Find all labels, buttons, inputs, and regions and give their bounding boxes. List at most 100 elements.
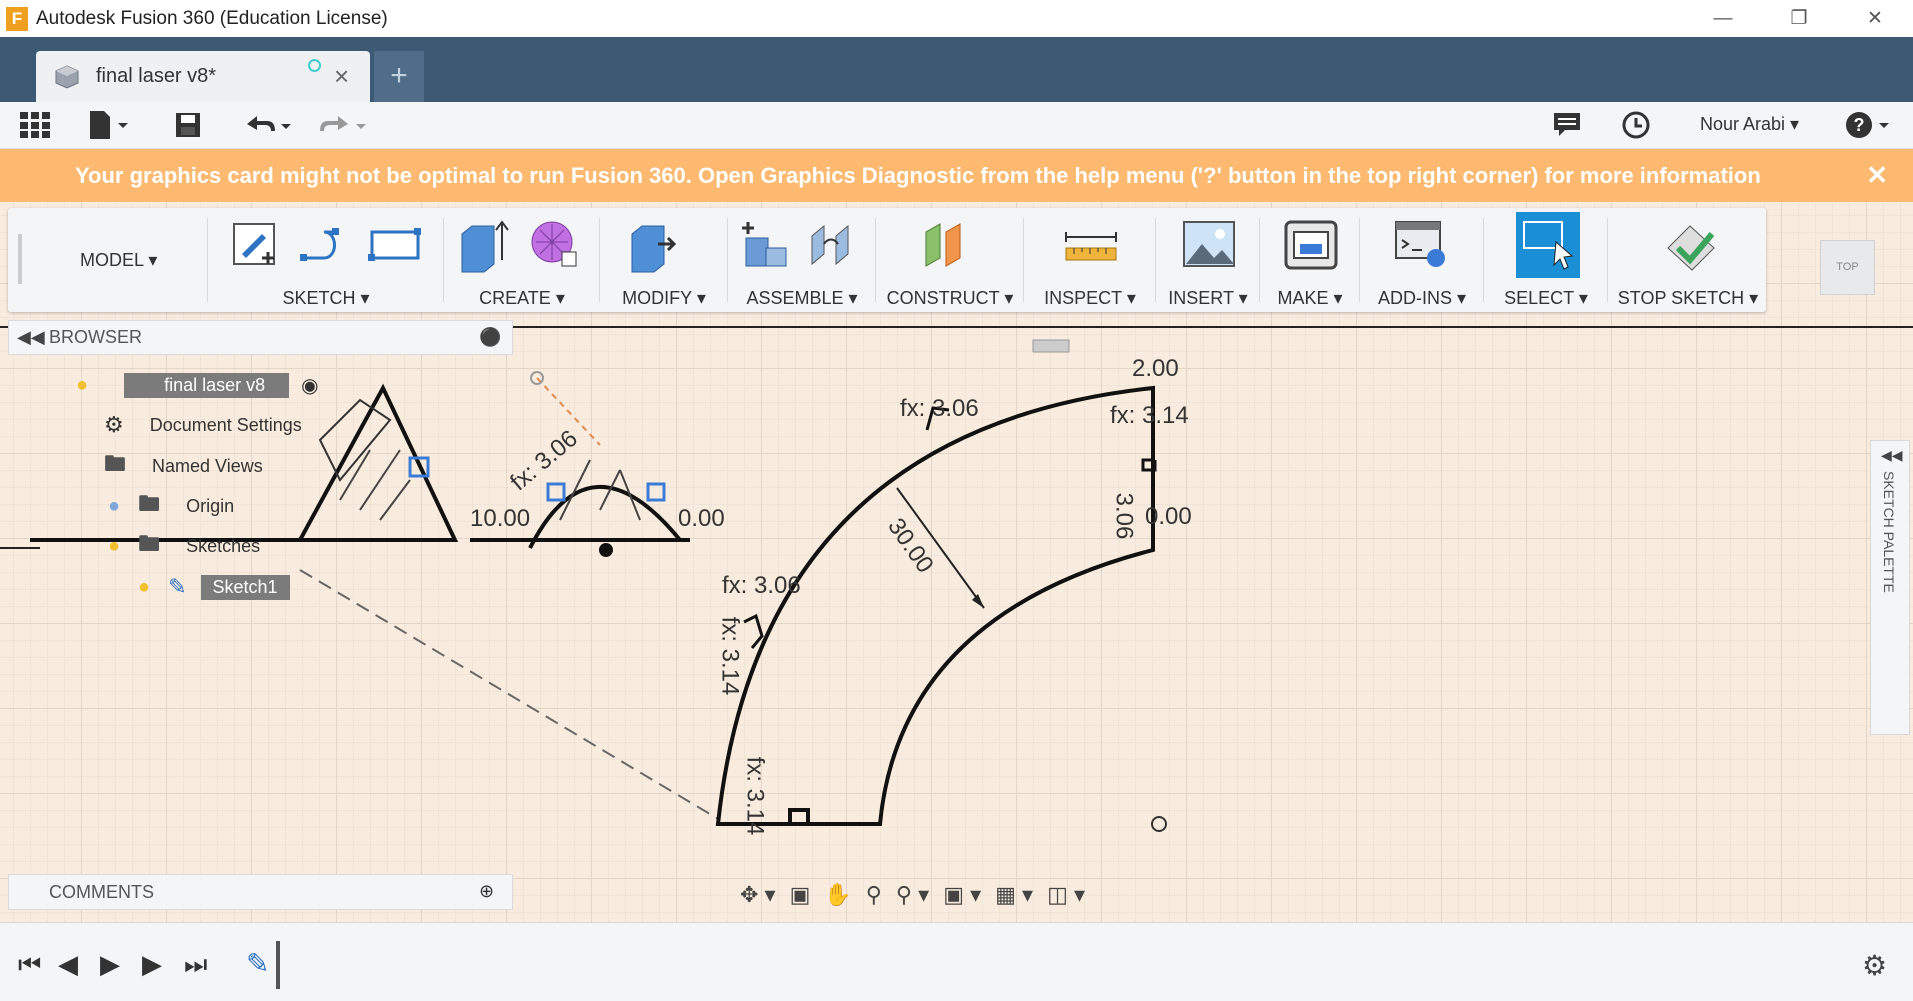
- dimension-label[interactable]: 0.00: [678, 505, 725, 533]
- workspace-switcher[interactable]: MODEL ▾: [8, 208, 208, 312]
- step-back-icon[interactable]: ◀: [58, 949, 78, 980]
- redo-icon[interactable]: [318, 110, 366, 140]
- undo-icon[interactable]: [243, 110, 291, 140]
- create-sketch-icon[interactable]: [228, 218, 282, 276]
- expand-panel-icon[interactable]: ⊕: [479, 881, 494, 902]
- dimension-label[interactable]: fx: 3.06: [722, 572, 801, 600]
- orbit-icon[interactable]: ✥ ▾: [740, 882, 776, 908]
- document-tab[interactable]: final laser v8* ×: [36, 51, 370, 102]
- 3d-print-icon[interactable]: [1284, 218, 1338, 276]
- tree-item-named-views[interactable]: 🖿 Named Views: [104, 451, 263, 481]
- activate-radio-icon[interactable]: ◉: [301, 373, 318, 398]
- create-menu-label: CREATE ▾: [479, 288, 565, 308]
- zoom-icon[interactable]: ⚲: [866, 882, 882, 908]
- make-group[interactable]: MAKE ▾: [1260, 208, 1360, 312]
- job-status-clock-icon[interactable]: [1622, 110, 1650, 140]
- stop-sketch-icon[interactable]: [1664, 218, 1718, 276]
- tree-item-sketches[interactable]: ● 🖿 Sketches: [108, 531, 260, 561]
- timeline-settings-gear-icon[interactable]: ⚙: [1862, 949, 1887, 982]
- dimension-label[interactable]: 0.00: [1145, 503, 1192, 531]
- timeline-sketch-icon[interactable]: ✎: [246, 947, 269, 980]
- look-at-icon[interactable]: ▣: [790, 882, 811, 908]
- title-bar: F Autodesk Fusion 360 (Education License…: [0, 0, 1913, 37]
- save-icon[interactable]: [175, 110, 201, 140]
- stop-sketch-group[interactable]: STOP SKETCH ▾: [1608, 208, 1768, 312]
- notifications-icon[interactable]: [1553, 110, 1581, 140]
- rectangle-tool-icon[interactable]: [368, 218, 422, 276]
- add-ins-menu-label: ADD-INS ▾: [1377, 288, 1467, 308]
- add-ins-group[interactable]: ADD-INS ▾: [1360, 208, 1484, 312]
- line-tool-icon[interactable]: [298, 218, 352, 276]
- dimension-label[interactable]: fx: 3.14: [715, 617, 743, 696]
- document-tab-bar: final laser v8* × +: [0, 37, 1913, 102]
- close-tab-icon[interactable]: ×: [334, 61, 349, 92]
- dimension-label[interactable]: fx: 3.14: [1110, 402, 1189, 430]
- press-pull-icon[interactable]: [628, 218, 682, 276]
- extrude-icon[interactable]: [458, 218, 512, 276]
- visibility-bulb-icon[interactable]: ●: [76, 374, 88, 397]
- comments-title: COMMENTS: [49, 881, 154, 902]
- joint-icon[interactable]: [806, 218, 860, 276]
- graphics-warning-banner: Your graphics card might not be optimal …: [0, 149, 1913, 202]
- tree-root-row[interactable]: ● final laser v8 ◉: [76, 370, 319, 400]
- dimension-label[interactable]: 10.00: [470, 505, 530, 533]
- user-account-menu[interactable]: Nour Arabi ▾: [1700, 114, 1799, 135]
- measure-icon[interactable]: [1064, 218, 1118, 276]
- fit-zoom-icon[interactable]: ⚲ ▾: [896, 882, 929, 908]
- insert-group[interactable]: INSERT ▾: [1156, 208, 1260, 312]
- form-sculpt-icon[interactable]: [528, 218, 582, 276]
- dimension-label[interactable]: fx: 3.06: [900, 395, 979, 423]
- visibility-bulb-icon[interactable]: ●: [108, 495, 120, 518]
- go-to-start-icon[interactable]: ⏮: [18, 949, 41, 981]
- browser-title: BROWSER: [49, 327, 143, 347]
- play-icon[interactable]: ▶: [100, 949, 120, 980]
- select-group[interactable]: SELECT ▾: [1484, 208, 1608, 312]
- component-cube-icon: [55, 64, 79, 89]
- restore-button[interactable]: ❐: [1761, 0, 1837, 37]
- expand-palette-icon[interactable]: ◀◀: [1881, 447, 1903, 464]
- create-group[interactable]: CREATE ▾: [444, 208, 600, 312]
- minimize-button[interactable]: —: [1685, 0, 1761, 37]
- visibility-bulb-icon[interactable]: ●: [138, 576, 150, 599]
- tree-item-document-settings[interactable]: ⚙ Document Settings: [104, 410, 302, 440]
- timeline-marker[interactable]: [276, 941, 280, 989]
- viewports-icon[interactable]: ◫ ▾: [1047, 882, 1085, 908]
- close-button[interactable]: ✕: [1837, 0, 1913, 37]
- tree-item-sketch1[interactable]: ● ✎ Sketch1: [138, 572, 290, 602]
- sketch-palette[interactable]: ◀◀ SKETCH PALETTE: [1870, 440, 1910, 735]
- display-settings-icon[interactable]: ▣ ▾: [943, 882, 981, 908]
- collapse-browser-icon[interactable]: ◀◀: [17, 327, 45, 348]
- file-menu-icon[interactable]: [88, 110, 130, 140]
- minimize-panel-icon[interactable]: ⚫: [479, 327, 501, 348]
- svg-text:?: ?: [1854, 115, 1865, 135]
- step-forward-icon[interactable]: ▶: [142, 949, 162, 980]
- dimension-label[interactable]: 2.00: [1132, 355, 1179, 383]
- assemble-group[interactable]: ASSEMBLE ▾: [728, 208, 876, 312]
- sketch-menu-label: SKETCH ▾: [282, 288, 370, 308]
- grid-settings-icon[interactable]: ▦ ▾: [995, 882, 1033, 908]
- insert-image-icon[interactable]: [1182, 218, 1236, 276]
- scripts-addins-icon[interactable]: [1394, 218, 1448, 276]
- new-component-icon[interactable]: [740, 218, 794, 276]
- go-to-end-icon[interactable]: ⏭: [184, 949, 207, 981]
- pan-hand-icon[interactable]: ✋: [824, 882, 851, 908]
- sketch-group[interactable]: SKETCH ▾: [208, 208, 444, 312]
- sync-status-icon: [308, 59, 321, 72]
- modify-group[interactable]: MODIFY ▾: [600, 208, 728, 312]
- inspect-group[interactable]: INSPECT ▾: [1024, 208, 1156, 312]
- dimension-label[interactable]: 3.06: [1109, 493, 1137, 540]
- data-panel-grid-icon[interactable]: [20, 110, 50, 140]
- construct-group[interactable]: CONSTRUCT ▾: [876, 208, 1024, 312]
- view-cube[interactable]: TOP: [1820, 240, 1875, 295]
- select-icon[interactable]: [1516, 212, 1580, 278]
- banner-message: Your graphics card might not be optimal …: [75, 162, 1761, 188]
- new-tab-button[interactable]: +: [374, 51, 424, 102]
- banner-close-icon[interactable]: ✕: [1866, 160, 1888, 191]
- comments-panel-header[interactable]: COMMENTS ⊕: [8, 874, 513, 910]
- tree-item-origin[interactable]: ● 🖿 Origin: [108, 491, 234, 521]
- visibility-bulb-icon[interactable]: ●: [108, 535, 120, 558]
- help-icon[interactable]: ?: [1845, 110, 1891, 140]
- offset-plane-icon[interactable]: [922, 218, 976, 276]
- browser-panel-header[interactable]: ◀◀ BROWSER ⚫: [8, 320, 513, 355]
- dimension-label[interactable]: fx: 3.14: [740, 757, 768, 836]
